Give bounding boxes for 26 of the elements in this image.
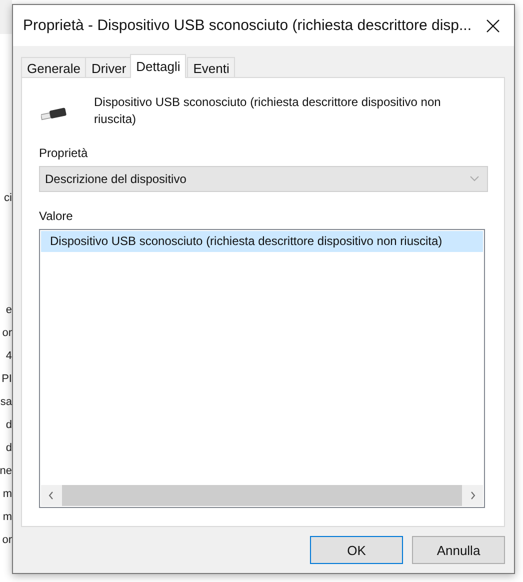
background-text: or [2, 326, 12, 341]
device-name: Dispositivo USB sconosciuto (richiesta descrittore dispositivo non riuscita) [94, 94, 442, 128]
chevron-down-icon [470, 176, 479, 182]
background-text: or [2, 533, 12, 548]
tab[interactable]: Dettagli [130, 54, 186, 78]
background-text: PI [2, 372, 12, 387]
background-text: m [2, 510, 12, 525]
property-dropdown[interactable]: Descrizione del dispositivo [39, 166, 488, 192]
background-text: m [2, 487, 12, 502]
property-label: Proprietà [39, 146, 88, 160]
background-text: ne [0, 464, 12, 479]
value-label: Valore [39, 209, 73, 223]
background-text: ci [4, 191, 12, 206]
background-text: d [6, 441, 12, 456]
tab[interactable]: Generale [21, 57, 86, 78]
background-text: d [6, 418, 12, 433]
background-text: e [6, 303, 12, 318]
ok-button[interactable]: OK [310, 536, 403, 564]
background-text: sa [0, 395, 12, 410]
tab[interactable]: Eventi [187, 57, 236, 78]
close-icon [486, 18, 500, 32]
usb-plug-icon [41, 106, 67, 122]
window-title: Proprietà - Dispositivo USB sconosciuto (richiesta descrittore disp... [23, 17, 472, 34]
background-text: 4 [6, 349, 12, 364]
cancel-button[interactable]: Annulla [412, 536, 505, 564]
list-item[interactable]: Dispositivo USB sconosciuto (richiesta descrittore dispositivo non riuscita) [41, 231, 483, 252]
